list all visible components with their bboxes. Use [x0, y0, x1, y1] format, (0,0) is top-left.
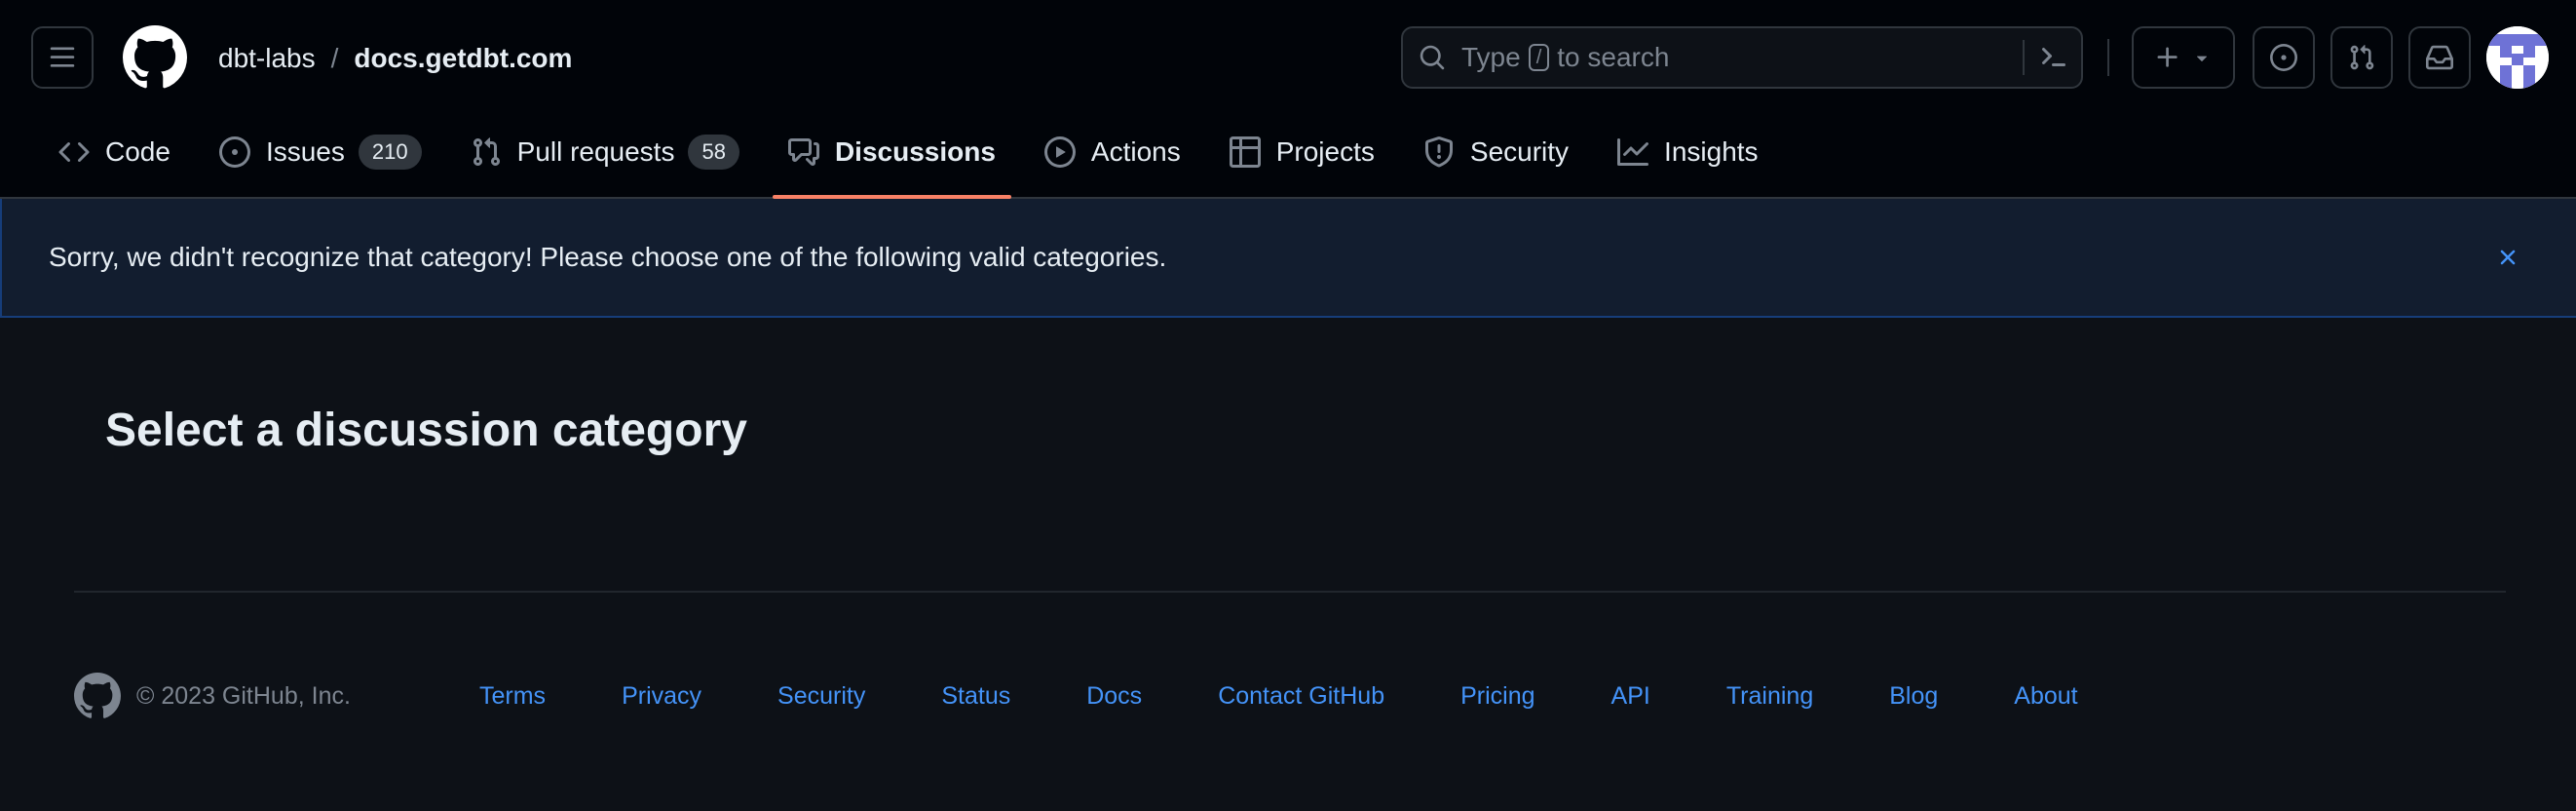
create-new-button[interactable] — [2132, 26, 2235, 89]
footer-github-logo-link[interactable] — [74, 673, 121, 719]
graph-icon — [1617, 138, 1649, 166]
issue-opened-icon — [2270, 44, 2297, 71]
inbox-icon — [2426, 45, 2453, 70]
issue-opened-icon — [218, 136, 250, 168]
shield-icon — [1424, 136, 1453, 168]
repo-tabs: Code Issues 210 Pull requests 58 Discuss… — [43, 123, 1792, 199]
footer-link-security[interactable]: Security — [777, 682, 865, 711]
repo-breadcrumb: dbt-labs / docs.getdbt.com — [218, 39, 572, 78]
code-icon — [58, 141, 90, 163]
footer-link-about[interactable]: About — [2014, 682, 2077, 711]
search-input[interactable]: Type / to search — [1401, 26, 2083, 89]
command-palette-icon[interactable] — [2038, 42, 2069, 73]
avatar-identicon-icon — [2486, 26, 2549, 89]
notifications-button[interactable] — [2408, 26, 2471, 89]
issues-count-badge: 210 — [358, 135, 422, 170]
menu-button[interactable] — [31, 26, 94, 89]
hamburger-icon — [50, 47, 75, 67]
footer-link-status[interactable]: Status — [941, 682, 1010, 711]
tab-code[interactable]: Code — [43, 123, 186, 181]
tab-label: Pull requests — [516, 136, 675, 167]
footer-link-api[interactable]: API — [1611, 682, 1650, 711]
search-shortcut-key: / — [1528, 44, 1550, 71]
github-mark-icon — [74, 673, 121, 718]
tab-pull-requests[interactable]: Pull requests 58 — [455, 123, 755, 181]
tab-insights[interactable]: Insights — [1602, 123, 1774, 181]
repo-owner-link[interactable]: dbt-labs — [218, 43, 316, 74]
tab-issues[interactable]: Issues 210 — [204, 123, 437, 181]
footer-link-blog[interactable]: Blog — [1889, 682, 1938, 711]
tab-label: Projects — [1275, 136, 1375, 167]
close-icon — [2500, 250, 2516, 265]
repo-name-link[interactable]: docs.getdbt.com — [354, 43, 572, 74]
table-icon — [1229, 136, 1261, 168]
search-divider — [2023, 40, 2025, 75]
tab-security[interactable]: Security — [1408, 123, 1584, 181]
your-issues-button[interactable] — [2253, 26, 2315, 89]
play-icon — [1043, 136, 1076, 168]
pull-requests-count-badge: 58 — [688, 135, 739, 170]
footer-links: Terms Privacy Security Status Docs Conta… — [479, 682, 2154, 711]
breadcrumb-separator: / — [330, 43, 339, 73]
tab-label: Security — [1469, 136, 1570, 167]
github-logo-link[interactable] — [123, 25, 187, 90]
footer-link-contact[interactable]: Contact GitHub — [1218, 682, 1384, 711]
footer-divider — [74, 591, 2506, 593]
tab-label: Discussions — [834, 136, 996, 167]
footer-link-training[interactable]: Training — [1726, 682, 1813, 711]
comment-discussion-icon — [787, 138, 819, 166]
page-title: Select a discussion category — [105, 405, 747, 456]
tab-label: Code — [105, 136, 170, 167]
search-icon — [1420, 45, 1445, 70]
search-placeholder-prefix: Type — [1461, 42, 1521, 72]
footer-link-docs[interactable]: Docs — [1086, 682, 1142, 711]
git-pull-request-icon — [473, 137, 500, 167]
tab-label: Issues — [265, 136, 345, 167]
search-placeholder: Type / to search — [1461, 42, 1669, 73]
plus-icon — [2157, 47, 2178, 67]
footer-link-terms[interactable]: Terms — [479, 682, 546, 711]
triangle-down-icon — [2196, 56, 2208, 61]
git-pull-request-icon — [2350, 45, 2374, 70]
tab-actions[interactable]: Actions — [1029, 123, 1196, 181]
tab-projects[interactable]: Projects — [1214, 123, 1390, 181]
tab-label: Insights — [1664, 136, 1759, 167]
header-divider — [2107, 39, 2109, 76]
user-avatar[interactable] — [2486, 26, 2549, 89]
flash-dismiss-button[interactable] — [2492, 242, 2523, 273]
flash-notice: Sorry, we didn't recognize that category… — [0, 199, 2576, 318]
tab-discussions[interactable]: Discussions — [772, 123, 1011, 199]
your-pull-requests-button[interactable] — [2330, 26, 2393, 89]
tab-label: Actions — [1090, 136, 1181, 167]
flash-message: Sorry, we didn't recognize that category… — [49, 242, 1167, 272]
footer-link-privacy[interactable]: Privacy — [622, 682, 701, 711]
footer-link-pricing[interactable]: Pricing — [1460, 682, 1534, 711]
github-mark-icon — [123, 25, 187, 89]
search-placeholder-suffix: to search — [1557, 42, 1670, 72]
footer-copyright: © 2023 GitHub, Inc. — [136, 682, 351, 710]
global-header: dbt-labs / docs.getdbt.com Type / to sea… — [0, 0, 2576, 199]
